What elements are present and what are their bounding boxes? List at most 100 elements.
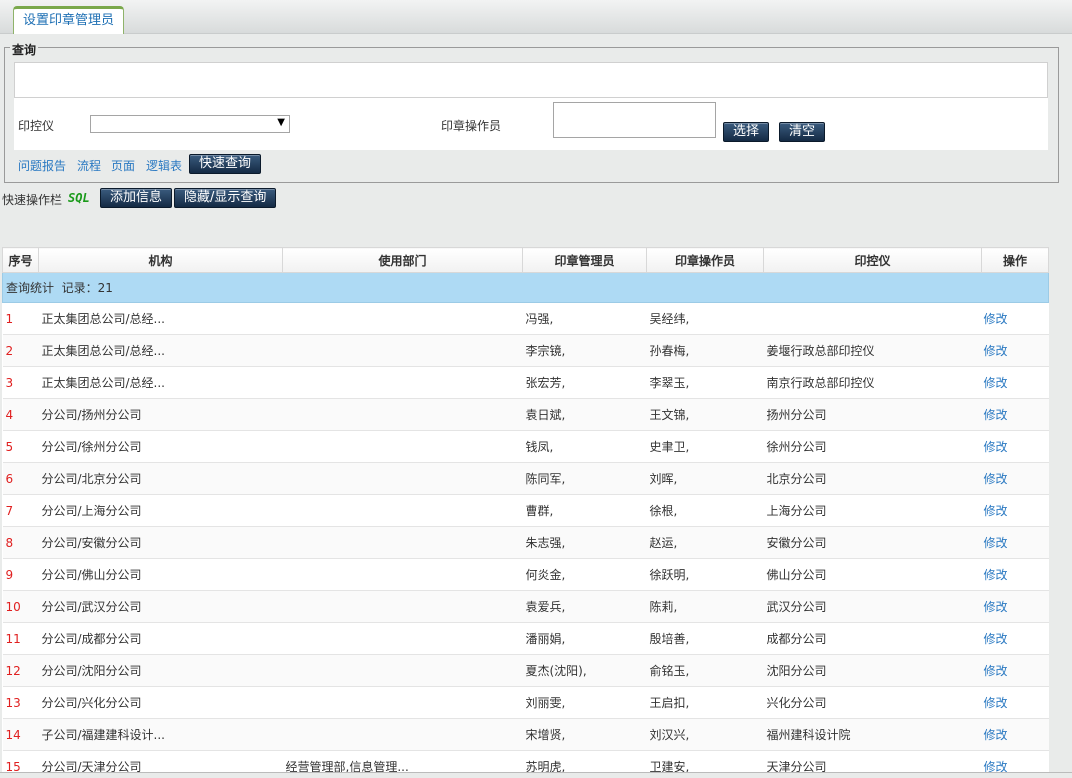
row-dept (282, 302, 523, 335)
edit-link[interactable]: 修改 (981, 462, 1049, 495)
header-seal-device[interactable]: 印控仪 (763, 247, 982, 273)
header-seq[interactable]: 序号 (2, 247, 39, 273)
table-row[interactable]: 12 分公司/沈阳分公司 夏杰(沈阳), 俞铭玉, 沈阳分公司 修改 (2, 654, 1049, 687)
table-row[interactable]: 2 正太集团总公司/总经... 李宗镜, 孙春梅, 姜堰行政总部印控仪 修改 (2, 334, 1049, 367)
row-seq: 4 (2, 398, 39, 431)
row-org: 正太集团总公司/总经... (38, 366, 283, 399)
row-dept (282, 462, 523, 495)
table-row[interactable]: 10 分公司/武汉分公司 袁爱兵, 陈莉, 武汉分公司 修改 (2, 590, 1049, 623)
row-org: 分公司/兴化分公司 (38, 686, 283, 719)
header-org[interactable]: 机构 (38, 247, 283, 273)
table-row[interactable]: 7 分公司/上海分公司 曹群, 徐根, 上海分公司 修改 (2, 494, 1049, 527)
row-seq: 5 (2, 430, 39, 463)
row-seal-admin: 钱凤, (522, 430, 647, 463)
sql-link[interactable]: SQL (68, 191, 90, 205)
edit-link[interactable]: 修改 (981, 686, 1049, 719)
table-row[interactable]: 13 分公司/兴化分公司 刘丽雯, 王启扣, 兴化分公司 修改 (2, 686, 1049, 719)
row-seal-admin: 袁爱兵, (522, 590, 647, 623)
row-seal-admin: 朱志强, (522, 526, 647, 559)
row-seq: 7 (2, 494, 39, 527)
link-page[interactable]: 页面 (111, 157, 135, 174)
row-dept (282, 366, 523, 399)
edit-link[interactable]: 修改 (981, 366, 1049, 399)
seal-device-select[interactable]: ▼ (90, 115, 290, 133)
link-logic-table[interactable]: 逻辑表 (146, 157, 182, 174)
query-legend: 查询 (10, 41, 39, 58)
table-row[interactable]: 8 分公司/安徽分公司 朱志强, 赵运, 安徽分公司 修改 (2, 526, 1049, 559)
row-org: 分公司/佛山分公司 (38, 558, 283, 591)
row-dept (282, 398, 523, 431)
header-action: 操作 (981, 247, 1049, 273)
edit-link[interactable]: 修改 (981, 654, 1049, 687)
add-info-button[interactable]: 添加信息 (100, 188, 173, 208)
edit-link[interactable]: 修改 (981, 494, 1049, 527)
edit-link[interactable]: 修改 (981, 334, 1049, 367)
quickbar-label: 快速操作栏 (2, 193, 63, 207)
row-seq: 9 (2, 558, 39, 591)
query-top-area (14, 62, 1048, 98)
seal-operator-label: 印章操作员 (441, 119, 502, 133)
row-dept (282, 334, 523, 367)
dropdown-arrow-icon: ▼ (277, 117, 285, 128)
table-row[interactable]: 4 分公司/扬州分公司 袁日斌, 王文锦, 扬州分公司 修改 (2, 398, 1049, 431)
link-issue-report[interactable]: 问题报告 (18, 157, 66, 174)
select-button[interactable]: 选择 (723, 122, 770, 142)
row-seq: 13 (2, 686, 39, 719)
header-dept[interactable]: 使用部门 (282, 247, 523, 273)
row-seal-device: 成都分公司 (763, 622, 982, 655)
stat-row: 查询统计 记录：21 (2, 272, 1049, 303)
row-seal-device: 北京分公司 (763, 462, 982, 495)
row-seal-operator: 史聿卫, (646, 430, 764, 463)
row-seal-operator: 徐根, (646, 494, 764, 527)
header-seal-admin[interactable]: 印章管理员 (522, 247, 647, 273)
row-seal-admin: 曹群, (522, 494, 647, 527)
edit-link[interactable]: 修改 (981, 302, 1049, 335)
row-dept (282, 622, 523, 655)
table-row[interactable]: 5 分公司/徐州分公司 钱凤, 史聿卫, 徐州分公司 修改 (2, 430, 1049, 463)
edit-link[interactable]: 修改 (981, 622, 1049, 655)
row-seal-admin: 陈同军, (522, 462, 647, 495)
row-seal-admin: 李宗镜, (522, 334, 647, 367)
row-seal-device: 武汉分公司 (763, 590, 982, 623)
header-seal-operator[interactable]: 印章操作员 (646, 247, 764, 273)
table-row[interactable]: 6 分公司/北京分公司 陈同军, 刘晖, 北京分公司 修改 (2, 462, 1049, 495)
row-seal-device (763, 302, 982, 335)
seal-operator-input[interactable] (553, 102, 716, 138)
row-dept (282, 526, 523, 559)
table-row[interactable]: 14 子公司/福建建科设计... 宋增贤, 刘汉兴, 福州建科设计院 修改 (2, 718, 1049, 751)
row-seq: 14 (2, 718, 39, 751)
edit-link[interactable]: 修改 (981, 590, 1049, 623)
row-seq: 6 (2, 462, 39, 495)
row-seal-operator: 刘晖, (646, 462, 764, 495)
edit-link[interactable]: 修改 (981, 718, 1049, 751)
tab-set-seal-admin[interactable]: 设置印章管理员 (13, 6, 125, 34)
table-row[interactable]: 3 正太集团总公司/总经... 张宏芳, 李翠玉, 南京行政总部印控仪 修改 (2, 366, 1049, 399)
row-seal-operator: 俞铭玉, (646, 654, 764, 687)
link-workflow[interactable]: 流程 (77, 157, 101, 174)
row-seq: 11 (2, 622, 39, 655)
row-org: 分公司/沈阳分公司 (38, 654, 283, 687)
row-org: 分公司/成都分公司 (38, 622, 283, 655)
table-row[interactable]: 1 正太集团总公司/总经... 冯强, 吴经纬, 修改 (2, 302, 1049, 335)
row-org: 分公司/北京分公司 (38, 462, 283, 495)
row-seal-admin: 张宏芳, (522, 366, 647, 399)
edit-link[interactable]: 修改 (981, 558, 1049, 591)
edit-link[interactable]: 修改 (981, 526, 1049, 559)
seal-device-label: 印控仪 (18, 119, 55, 133)
row-seal-operator: 吴经纬, (646, 302, 764, 335)
row-seq: 8 (2, 526, 39, 559)
row-seal-operator: 陈莉, (646, 590, 764, 623)
edit-link[interactable]: 修改 (981, 430, 1049, 463)
row-seal-admin: 何炎金, (522, 558, 647, 591)
row-seal-device: 上海分公司 (763, 494, 982, 527)
clear-button[interactable]: 清空 (779, 122, 826, 142)
table-row[interactable]: 11 分公司/成都分公司 潘丽娟, 殷培善, 成都分公司 修改 (2, 622, 1049, 655)
table-row[interactable]: 9 分公司/佛山分公司 何炎金, 徐跃明, 佛山分公司 修改 (2, 558, 1049, 591)
row-seq: 12 (2, 654, 39, 687)
edit-link[interactable]: 修改 (981, 398, 1049, 431)
row-seal-device: 佛山分公司 (763, 558, 982, 591)
row-seal-admin: 宋增贤, (522, 718, 647, 751)
row-org: 正太集团总公司/总经... (38, 302, 283, 335)
toggle-query-button[interactable]: 隐藏/显示查询 (174, 188, 277, 208)
quick-query-button[interactable]: 快速查询 (189, 154, 262, 174)
